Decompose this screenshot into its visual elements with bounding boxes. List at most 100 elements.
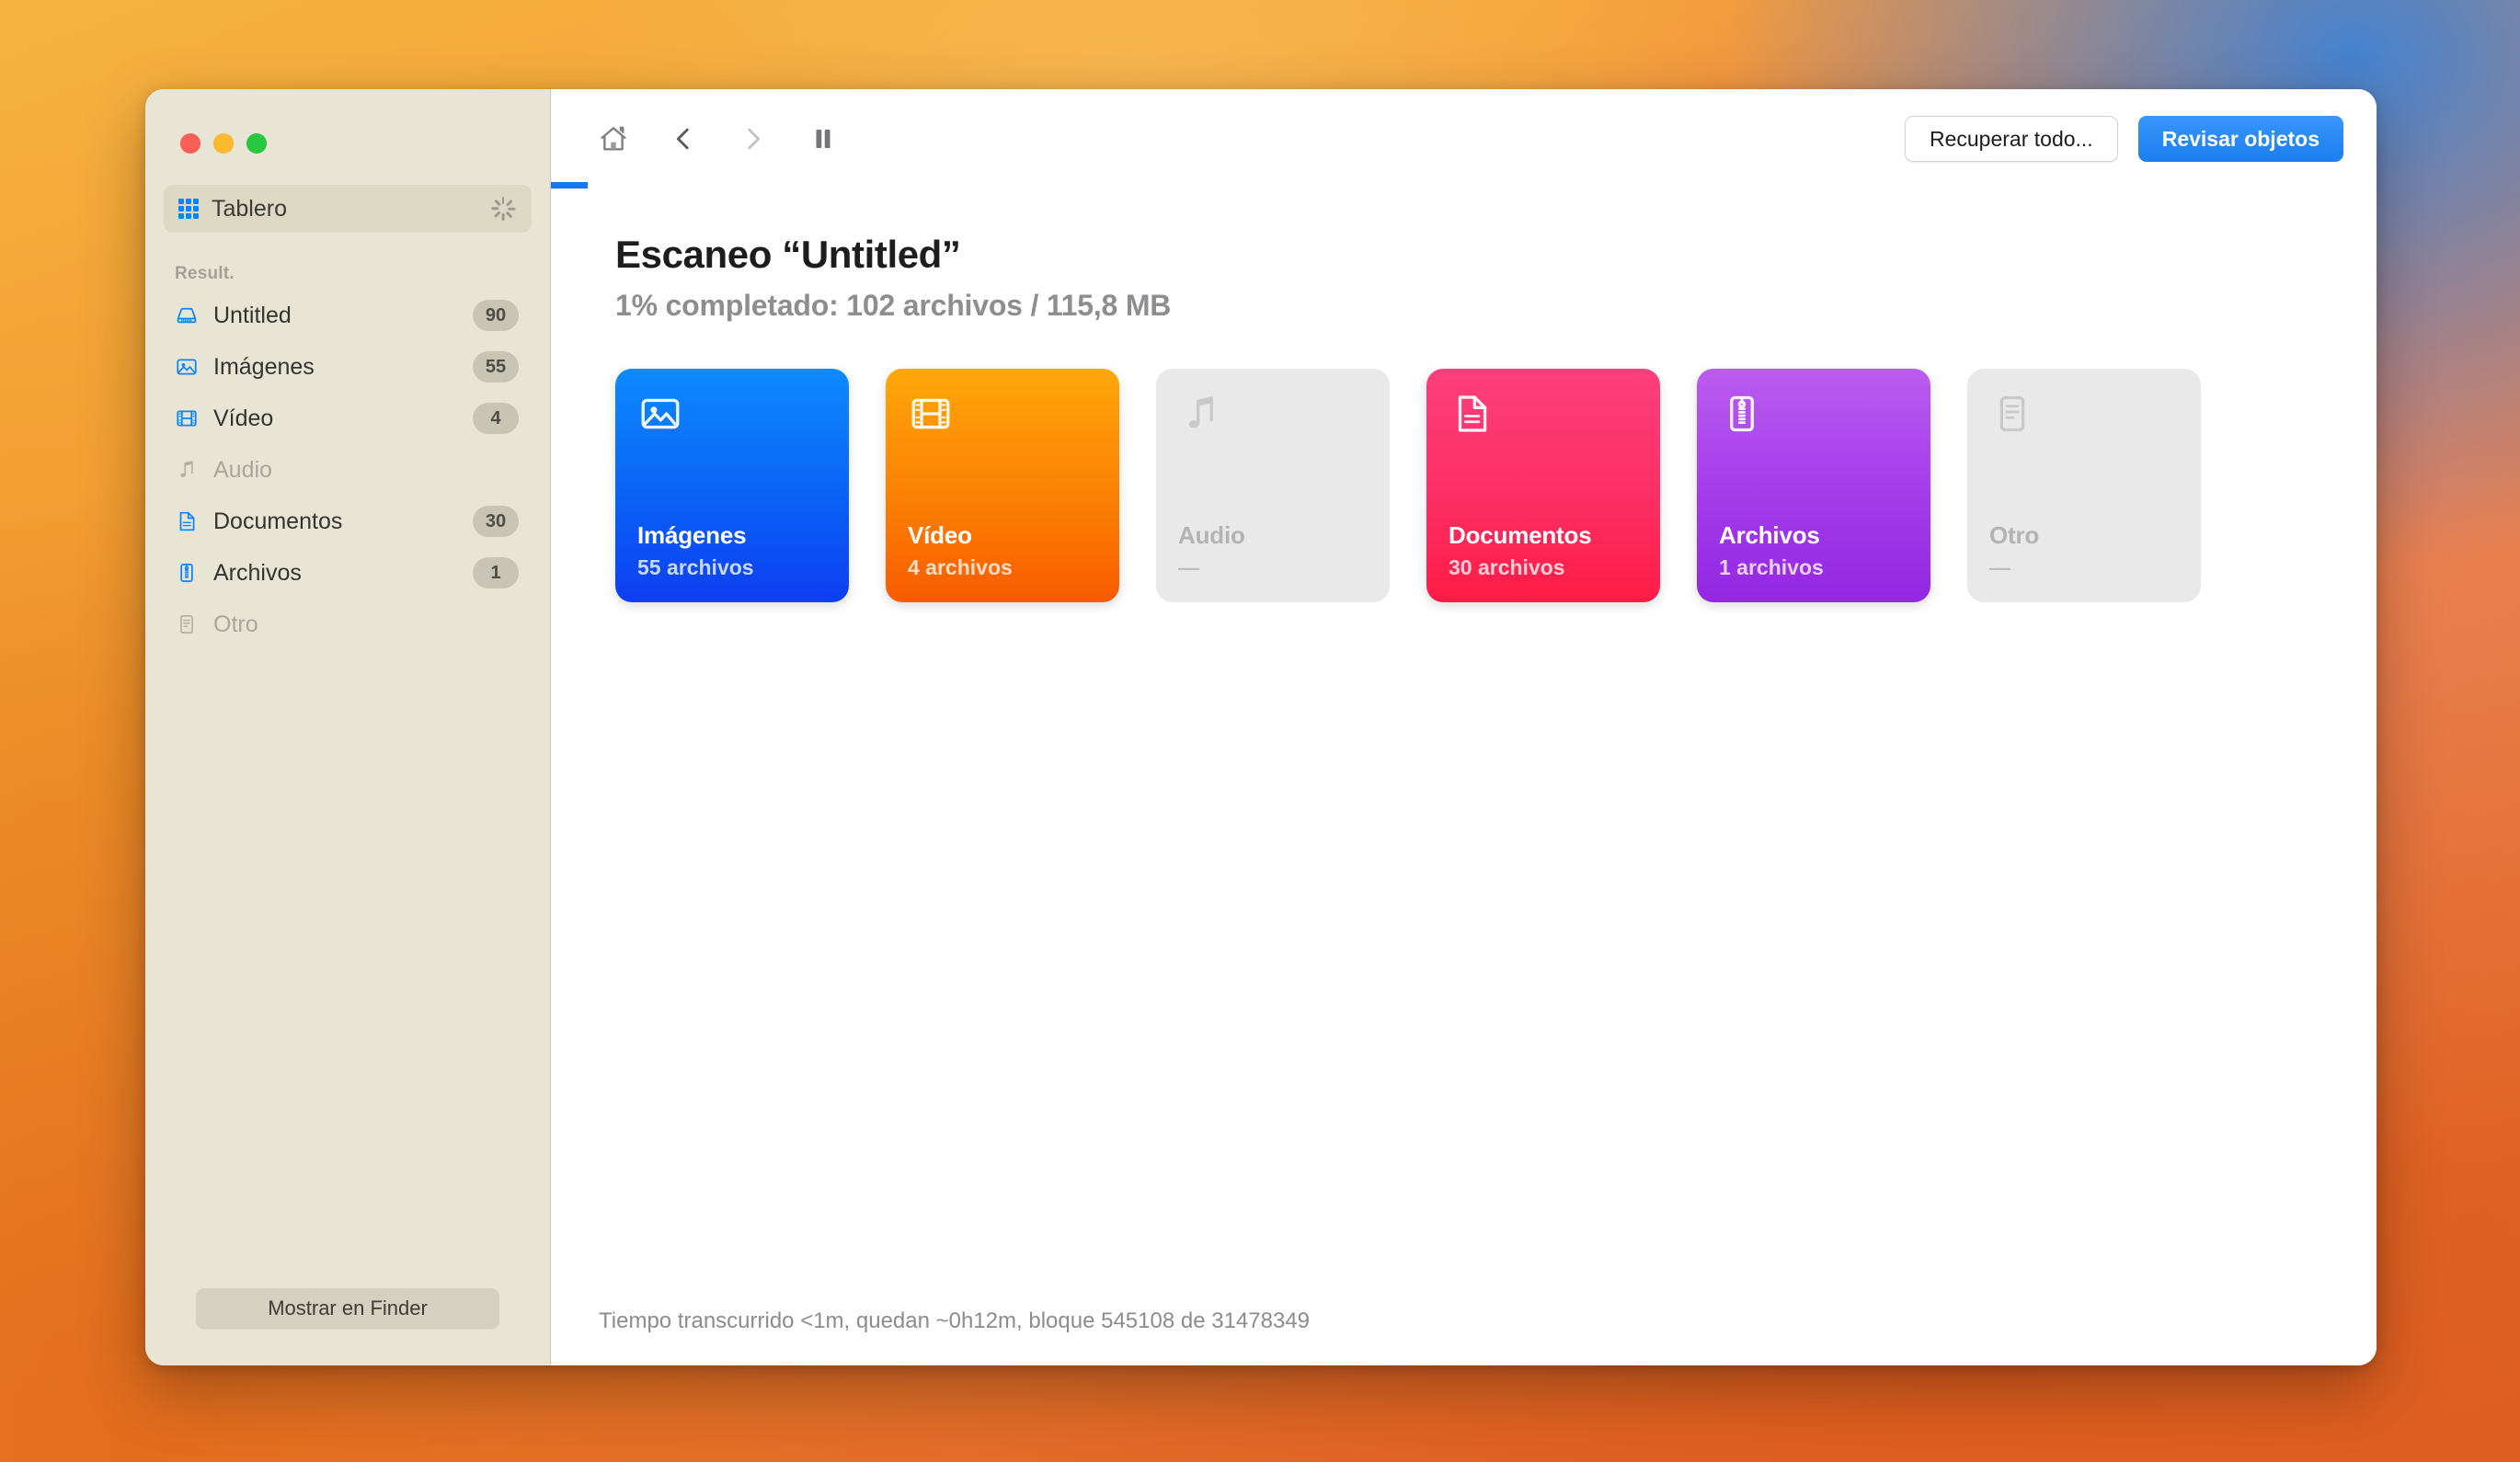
archive-icon-wrap bbox=[1719, 391, 1908, 448]
recover-all-button[interactable]: Recuperar todo... bbox=[1904, 116, 2118, 162]
content-pane: Recuperar todo... Revisar objetos Escane… bbox=[551, 89, 2377, 1365]
scan-progress-bar bbox=[551, 182, 2377, 188]
sidebar-footer: Mostrar en Finder bbox=[145, 1288, 550, 1365]
category-card-audio[interactable]: Audio — bbox=[1156, 369, 1390, 602]
sidebar-item-label: Audio bbox=[213, 456, 272, 483]
minimize-button[interactable] bbox=[213, 133, 234, 154]
close-button[interactable] bbox=[180, 133, 200, 154]
music-icon-wrap bbox=[175, 458, 199, 482]
sidebar-item-archivos[interactable]: Archivos 1 bbox=[164, 547, 532, 599]
document-icon-wrap bbox=[175, 509, 199, 533]
film-icon bbox=[911, 398, 950, 429]
back-button[interactable] bbox=[648, 110, 718, 167]
category-card-otro[interactable]: Otro — bbox=[1967, 369, 2201, 602]
page-heading-block: Escaneo “Untitled” 1% completado: 102 ar… bbox=[551, 188, 2377, 323]
page-subtitle: 1% completado: 102 archivos / 115,8 MB bbox=[615, 289, 1172, 322]
film-icon bbox=[177, 410, 197, 427]
toolbar: Recuperar todo... Revisar objetos bbox=[551, 89, 2377, 188]
sidebar-section-label: Result. bbox=[175, 264, 235, 283]
home-icon bbox=[601, 126, 626, 151]
card-title: Archivos bbox=[1719, 521, 1820, 549]
chevron-right-icon bbox=[748, 128, 761, 150]
scan-progress-fill bbox=[551, 182, 588, 188]
card-count: 4 archivos bbox=[908, 555, 1013, 579]
card-spacer bbox=[1178, 448, 1368, 521]
archive-icon-wrap bbox=[175, 561, 199, 585]
sidebar-item-im-genes[interactable]: Imágenes 55 bbox=[164, 341, 532, 393]
sidebar-item-audio[interactable]: Audio bbox=[164, 444, 532, 496]
card-title: Imágenes bbox=[637, 521, 747, 549]
status-bar: Tiempo transcurrido <1m, quedan ~0h12m, … bbox=[599, 1308, 1311, 1333]
pause-button[interactable] bbox=[788, 110, 858, 167]
toolbar-actions: Recuperar todo... Revisar objetos bbox=[1904, 116, 2343, 162]
sidebar-item-untitled[interactable]: Untitled 90 bbox=[164, 290, 532, 341]
music-icon bbox=[180, 461, 193, 478]
sidebar-result-list: Untitled 90 Imágenes 55 Vídeo 4 Audio Documento… bbox=[145, 290, 550, 650]
grid-icon bbox=[178, 199, 199, 219]
window-controls bbox=[145, 89, 550, 154]
drive-icon bbox=[177, 307, 197, 324]
category-card-v-deo[interactable]: Vídeo 4 archivos bbox=[886, 369, 1119, 602]
card-title: Otro bbox=[1989, 521, 2040, 549]
document-icon bbox=[1458, 395, 1487, 432]
page-title: Escaneo “Untitled” bbox=[615, 233, 961, 276]
sidebar-item-documentos[interactable]: Documentos 30 bbox=[164, 496, 532, 547]
image-icon bbox=[177, 359, 197, 375]
maximize-button[interactable] bbox=[246, 133, 267, 154]
other-icon-wrap bbox=[1989, 391, 2179, 448]
drive-icon-wrap bbox=[175, 303, 199, 327]
sidebar-item-badge: 90 bbox=[473, 300, 519, 331]
forward-button[interactable] bbox=[718, 110, 788, 167]
spinner-icon bbox=[491, 197, 515, 221]
sidebar: Tablero Result. Untitled 90 Imágenes 55 Víde… bbox=[145, 89, 551, 1365]
archive-icon bbox=[180, 564, 193, 582]
music-icon bbox=[1188, 396, 1213, 428]
card-count: — bbox=[1178, 555, 1199, 579]
other-icon bbox=[1999, 395, 2025, 432]
show-in-finder-button[interactable]: Mostrar en Finder bbox=[196, 1288, 499, 1329]
sidebar-item-badge: 4 bbox=[473, 403, 519, 434]
card-spacer bbox=[637, 448, 827, 521]
sidebar-item-label: Archivos bbox=[213, 559, 302, 586]
card-title: Documentos bbox=[1449, 521, 1592, 549]
sidebar-item-label: Tablero bbox=[212, 195, 287, 222]
document-icon-wrap bbox=[1449, 391, 1638, 448]
sidebar-item-label: Untitled bbox=[213, 302, 292, 328]
pause-icon bbox=[816, 130, 830, 148]
other-icon bbox=[180, 615, 193, 634]
sidebar-item-label: Documentos bbox=[213, 508, 343, 534]
card-spacer bbox=[908, 448, 1097, 521]
card-spacer bbox=[1989, 448, 2179, 521]
sidebar-item-badge: 30 bbox=[473, 506, 519, 537]
image-icon-wrap bbox=[637, 391, 827, 448]
sidebar-item-badge: 55 bbox=[473, 351, 519, 383]
card-title: Vídeo bbox=[908, 521, 972, 549]
archive-icon bbox=[1730, 395, 1754, 432]
card-count: 55 archivos bbox=[637, 555, 754, 579]
sidebar-item-label: Imágenes bbox=[213, 353, 315, 380]
film-icon-wrap bbox=[175, 406, 199, 430]
chevron-left-icon bbox=[676, 128, 689, 150]
card-count: 1 archivos bbox=[1719, 555, 1824, 579]
card-title: Audio bbox=[1178, 521, 1245, 549]
card-count: — bbox=[1989, 555, 2010, 579]
sidebar-item-label: Vídeo bbox=[213, 405, 274, 431]
other-icon-wrap bbox=[175, 612, 199, 636]
image-icon-wrap bbox=[175, 355, 199, 379]
sidebar-item-dashboard[interactable]: Tablero bbox=[164, 185, 532, 233]
document-icon bbox=[179, 511, 195, 531]
card-count: 30 archivos bbox=[1449, 555, 1565, 579]
category-card-archivos[interactable]: Archivos 1 archivos bbox=[1697, 369, 1930, 602]
category-card-grid: Imágenes 55 archivos Vídeo 4 archivos Audio —… bbox=[615, 369, 2377, 602]
card-spacer bbox=[1719, 448, 1908, 521]
review-objects-button[interactable]: Revisar objetos bbox=[2137, 116, 2343, 162]
card-spacer bbox=[1449, 448, 1638, 521]
sidebar-item-otro[interactable]: Otro bbox=[164, 599, 532, 650]
sidebar-item-v-deo[interactable]: Vídeo 4 bbox=[164, 393, 532, 444]
home-button[interactable] bbox=[578, 110, 648, 167]
category-card-documentos[interactable]: Documentos 30 archivos bbox=[1426, 369, 1660, 602]
category-card-im-genes[interactable]: Imágenes 55 archivos bbox=[615, 369, 849, 602]
music-icon-wrap bbox=[1178, 391, 1368, 448]
image-icon bbox=[641, 398, 680, 429]
sidebar-item-badge: 1 bbox=[473, 557, 519, 588]
